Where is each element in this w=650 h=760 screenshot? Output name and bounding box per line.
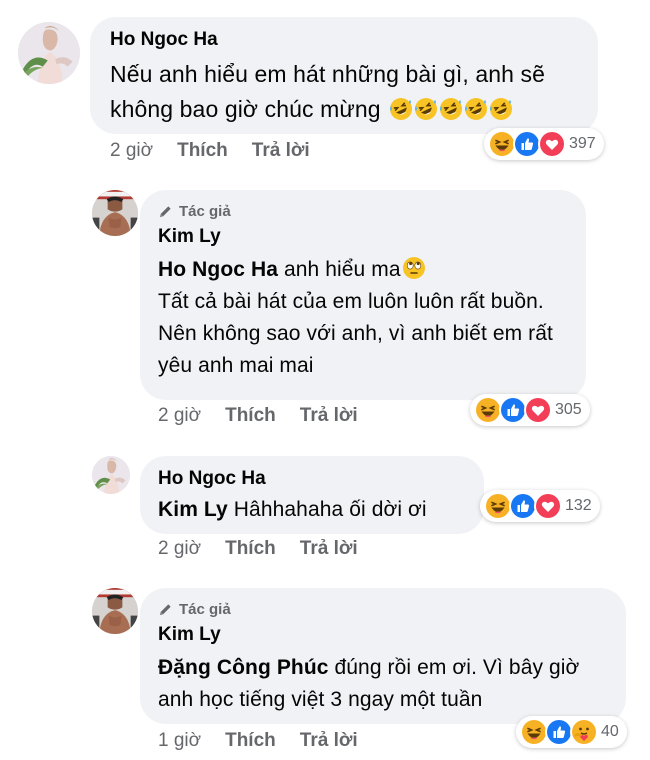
comment-text: Đặng Công Phúc đúng rồi em ơi. Vì bây gi… xyxy=(158,656,580,711)
comment-1: Ho Ngoc Ha Nếu anh hiểu em hát những bài… xyxy=(0,0,650,180)
kim-ly-avatar-image xyxy=(92,588,138,634)
love-reaction-icon xyxy=(534,492,562,520)
like-button[interactable]: Thích xyxy=(225,405,276,427)
pen-icon xyxy=(158,602,173,617)
like-button[interactable]: Thích xyxy=(225,538,276,560)
rolling-laughing-emoji-icon xyxy=(489,97,513,121)
like-reaction-icon xyxy=(513,130,541,158)
avatar[interactable] xyxy=(92,456,130,494)
rolling-laughing-emoji-icon xyxy=(464,97,488,121)
like-reaction-icon xyxy=(509,492,537,520)
commenter-name[interactable]: Ho Ngoc Ha xyxy=(110,27,578,53)
commenter-name[interactable]: Kim Ly xyxy=(158,622,608,648)
avatar[interactable] xyxy=(18,22,80,84)
like-button[interactable]: Thích xyxy=(177,140,228,162)
comment-text: Kim Ly Hâhhahaha ối dời ơi xyxy=(158,498,427,521)
rolling-laughing-emoji-icon xyxy=(414,97,438,121)
reply-button[interactable]: Trả lời xyxy=(300,538,358,560)
comment-bubble: Ho Ngoc Ha Kim Ly Hâhhahaha ối dời ơi xyxy=(140,456,484,534)
mention-link[interactable]: Ho Ngoc Ha xyxy=(158,258,278,281)
reply-button[interactable]: Trả lời xyxy=(300,405,358,427)
reaction-count: 397 xyxy=(569,135,596,152)
reply-button[interactable]: Trả lời xyxy=(300,730,358,752)
rolling-laughing-emoji-icon xyxy=(389,97,413,121)
author-badge: Tác giả xyxy=(158,598,608,620)
reaction-summary[interactable]: 132 xyxy=(480,490,600,522)
comment-text: Nếu anh hiểu em hát những bài gì, anh sẽ… xyxy=(110,61,545,122)
ho-ngoc-ha-avatar-image xyxy=(92,456,130,494)
avatar[interactable] xyxy=(92,190,138,236)
commenter-name[interactable]: Ho Ngoc Ha xyxy=(158,466,466,492)
haha-reaction-icon xyxy=(484,492,512,520)
care-reaction-icon xyxy=(570,718,598,746)
mention-link[interactable]: Kim Ly xyxy=(158,498,228,521)
love-reaction-icon xyxy=(524,396,552,424)
haha-reaction-icon xyxy=(520,718,548,746)
comment-bubble: Tác giả Kim Ly Ho Ngoc Ha anh hiểu ma Tấ… xyxy=(140,190,586,400)
ho-ngoc-ha-avatar-image xyxy=(18,22,80,84)
reaction-summary[interactable]: 40 xyxy=(516,716,627,748)
comment-actions: 2 giờ Thích Trả lời xyxy=(158,538,382,560)
comment-actions: 2 giờ Thích Trả lời xyxy=(158,405,382,427)
comment-actions: 1 giờ Thích Trả lời xyxy=(158,730,382,752)
reply-button[interactable]: Trả lời xyxy=(252,140,310,162)
timestamp[interactable]: 1 giờ xyxy=(158,730,201,752)
haha-reaction-icon xyxy=(474,396,502,424)
author-badge: Tác giả xyxy=(158,200,568,222)
rolling-laughing-emoji-icon xyxy=(439,97,463,121)
timestamp[interactable]: 2 giờ xyxy=(110,140,153,162)
reaction-count: 305 xyxy=(555,401,582,418)
reaction-summary[interactable]: 397 xyxy=(484,128,604,160)
reaction-count: 40 xyxy=(601,723,619,740)
reaction-summary[interactable]: 305 xyxy=(470,394,590,426)
comment-text: Ho Ngoc Ha anh hiểu ma Tất cả bài hát củ… xyxy=(158,256,553,377)
mention-link[interactable]: Đặng Công Phúc xyxy=(158,656,329,679)
comment-bubble: Ho Ngoc Ha Nếu anh hiểu em hát những bài… xyxy=(90,17,598,134)
like-reaction-icon xyxy=(499,396,527,424)
comment-bubble: Tác giả Kim Ly Đặng Công Phúc đúng rồi e… xyxy=(140,588,626,724)
commenter-name[interactable]: Kim Ly xyxy=(158,224,568,250)
rolling-eyes-emoji-icon xyxy=(402,256,426,280)
avatar[interactable] xyxy=(92,588,138,634)
love-reaction-icon xyxy=(538,130,566,158)
kim-ly-avatar-image xyxy=(92,190,138,236)
timestamp[interactable]: 2 giờ xyxy=(158,538,201,560)
timestamp[interactable]: 2 giờ xyxy=(158,405,201,427)
pen-icon xyxy=(158,204,173,219)
like-button[interactable]: Thích xyxy=(225,730,276,752)
haha-reaction-icon xyxy=(488,130,516,158)
reaction-count: 132 xyxy=(565,497,592,514)
comment-actions: 2 giờ Thích Trả lời xyxy=(110,140,334,162)
like-reaction-icon xyxy=(545,718,573,746)
